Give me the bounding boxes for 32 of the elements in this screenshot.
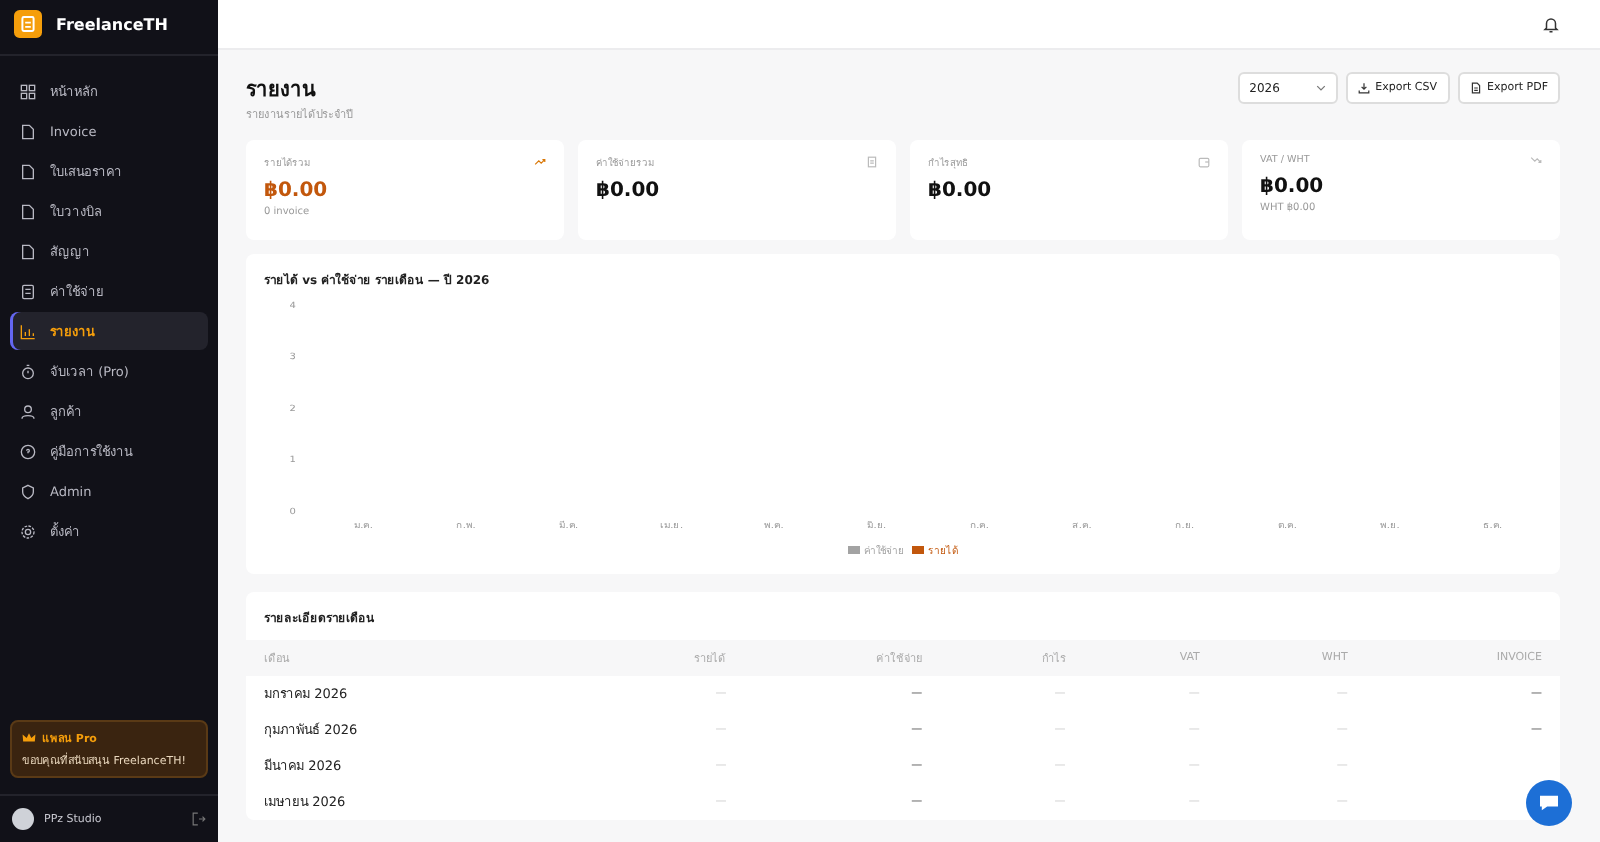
wallet-icon	[1198, 156, 1210, 168]
trend-up-icon	[534, 156, 546, 168]
shield-icon	[20, 483, 36, 499]
user-icon	[20, 403, 36, 419]
help-icon	[20, 443, 36, 459]
download-icon	[1357, 82, 1370, 94]
grid-icon	[20, 83, 36, 99]
document-icon	[20, 123, 36, 139]
document-icon	[20, 163, 36, 179]
card-value: ฿0.00	[596, 180, 662, 202]
chevron-down-icon	[1315, 84, 1326, 92]
bar-chart-icon	[20, 323, 36, 339]
card-value: ฿0.00	[1260, 176, 1326, 198]
logout-icon[interactable]	[192, 812, 206, 826]
page-title: รายงาน	[246, 78, 318, 104]
receipt-icon	[866, 156, 878, 168]
brand-name: FreelanceTH	[56, 15, 168, 33]
card-value: ฿0.00	[264, 180, 330, 202]
notification-bell-icon[interactable]	[1542, 15, 1560, 33]
card-value: ฿0.00	[928, 180, 994, 202]
settings-icon	[20, 523, 36, 539]
logo-icon	[14, 10, 42, 38]
clock-icon	[20, 363, 36, 379]
chat-bubble-icon	[1538, 794, 1560, 812]
trend-down-icon	[1530, 154, 1542, 166]
crown-icon	[22, 732, 36, 744]
receipt-icon	[20, 283, 36, 299]
document-icon	[1469, 82, 1482, 94]
document-icon	[20, 203, 36, 219]
avatar	[12, 808, 34, 830]
chat-button[interactable]	[1526, 780, 1572, 826]
document-icon	[20, 243, 36, 259]
